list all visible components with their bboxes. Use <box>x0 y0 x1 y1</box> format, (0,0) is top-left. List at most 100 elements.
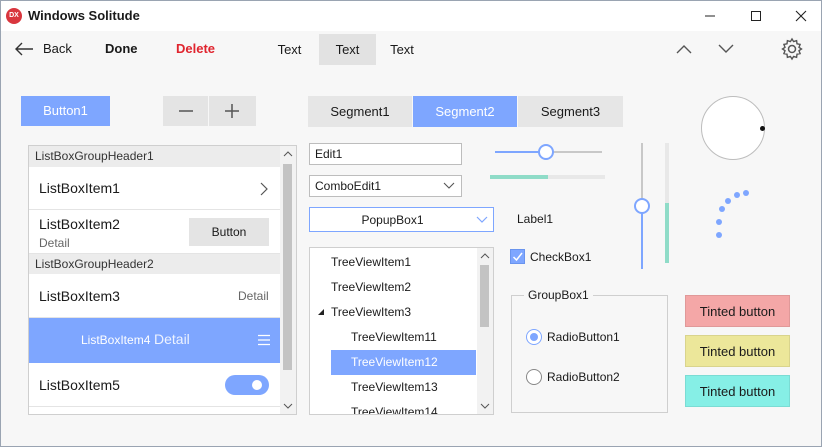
radio-circle <box>526 369 542 385</box>
tree-item-11[interactable]: TreeViewItem11 <box>351 325 437 350</box>
scroll-down-icon[interactable] <box>283 403 293 409</box>
combo-edit1[interactable]: ComboEdit1 <box>309 175 462 197</box>
minimize-button[interactable] <box>687 1 733 31</box>
radio-button-1[interactable]: RadioButton1 <box>526 328 646 346</box>
scrollbar-thumb[interactable] <box>283 164 292 370</box>
list-item-detail: Detail <box>154 331 190 347</box>
text-button-2[interactable]: Text <box>319 34 376 65</box>
tree-item-3[interactable]: TreeViewItem3 <box>331 300 411 325</box>
tinted-button-red[interactable]: Tinted button <box>685 295 790 327</box>
slider-thumb[interactable] <box>634 198 650 214</box>
list-item-label: ListBoxItem2 <box>39 216 120 232</box>
list-item-detail: Detail <box>238 289 269 303</box>
plus-minus-stepper <box>163 96 256 126</box>
back-button[interactable]: Back <box>43 34 72 64</box>
scrollbar-thumb[interactable] <box>480 265 489 327</box>
segment-2[interactable]: Segment2 <box>413 96 517 127</box>
toggle-knob <box>252 380 262 390</box>
list-item-label: ListBoxItem1 <box>39 180 120 196</box>
radio-label: RadioButton2 <box>547 370 620 384</box>
radio-dot <box>530 333 538 341</box>
scroll-up-icon[interactable] <box>283 151 293 157</box>
list-item-1[interactable]: ListBoxItem1 <box>29 167 280 210</box>
popup-box-value: PopupBox1 <box>361 213 424 227</box>
slider-fill <box>641 206 643 269</box>
button1[interactable]: Button1 <box>21 96 110 126</box>
list-item-button[interactable]: Button <box>189 218 269 246</box>
popup-box1[interactable]: PopupBox1 <box>309 207 494 232</box>
text-button-1[interactable]: Text <box>261 34 318 65</box>
maximize-icon <box>751 11 761 21</box>
checkbox1[interactable]: CheckBox1 <box>510 248 600 266</box>
radio-button-2[interactable]: RadioButton2 <box>526 368 646 386</box>
plus-icon <box>225 104 239 118</box>
done-button[interactable]: Done <box>105 34 138 64</box>
chevron-down-icon[interactable] <box>443 182 455 190</box>
window-title: Windows Solitude <box>28 8 140 23</box>
segment-1[interactable]: Segment1 <box>308 96 412 127</box>
checkmark-icon <box>512 252 523 262</box>
chevron-down-icon[interactable] <box>717 42 735 56</box>
label1: Label1 <box>517 212 554 226</box>
chevron-right-icon <box>260 182 268 196</box>
group-box-title: GroupBox1 <box>524 288 593 302</box>
radio-label: RadioButton1 <box>547 330 620 344</box>
app-logo-icon: DX <box>6 8 22 24</box>
progress-bar <box>490 175 605 179</box>
checkbox-box <box>510 249 525 264</box>
text-button-3[interactable]: Text <box>376 34 428 65</box>
scroll-down-icon[interactable] <box>480 403 490 409</box>
list-item-4-selected[interactable]: ListBoxItem4 Detail <box>29 318 280 363</box>
edit1-input[interactable]: Edit1 <box>309 143 462 165</box>
scroll-up-icon[interactable] <box>480 253 490 259</box>
maximize-button[interactable] <box>733 1 779 31</box>
close-icon <box>795 10 807 22</box>
minimize-icon <box>705 15 715 17</box>
combo-edit-value: ComboEdit1 <box>315 179 382 193</box>
listbox: ListBoxGroupHeader1 ListBoxItem1 ListBox… <box>28 145 297 415</box>
list-item-detail: Detail <box>39 236 70 250</box>
toggle-switch[interactable] <box>225 375 269 395</box>
list-item-3[interactable]: ListBoxItem3 Detail <box>29 274 280 318</box>
segment-3[interactable]: Segment3 <box>518 96 623 127</box>
checkbox-label: CheckBox1 <box>530 250 592 264</box>
plus-button[interactable] <box>209 96 255 126</box>
back-arrow-icon[interactable] <box>14 41 34 57</box>
gear-icon[interactable] <box>780 37 804 61</box>
list-item-label: ListBoxItem5 <box>39 377 120 393</box>
close-button[interactable] <box>778 1 822 31</box>
vertical-slider[interactable] <box>633 143 651 269</box>
title-bar: DX Windows Solitude <box>1 1 821 31</box>
progress-fill <box>490 175 548 179</box>
tree-item-12-selected[interactable]: TreeViewItem12 <box>331 350 476 375</box>
group-box: GroupBox1 RadioButton1 RadioButton2 <box>511 288 668 413</box>
dial-indicator <box>760 126 765 131</box>
activity-indicator-icon <box>716 190 749 238</box>
chevron-down-icon <box>476 216 488 223</box>
arc-dial[interactable] <box>701 96 765 160</box>
delete-button[interactable]: Delete <box>176 34 215 64</box>
tree-item-14[interactable]: TreeViewItem14 <box>351 400 438 414</box>
list-item-2[interactable]: ListBoxItem2 Detail Button <box>29 210 280 254</box>
listbox-scrollbar[interactable] <box>280 146 296 414</box>
tree-view: TreeViewItem1 TreeViewItem2 TreeViewItem… <box>309 247 494 415</box>
tree-scrollbar[interactable] <box>477 248 493 414</box>
listbox-group-header-1: ListBoxGroupHeader1 <box>29 146 280 167</box>
expand-triangle-icon[interactable] <box>317 308 325 316</box>
radio-circle <box>526 329 542 345</box>
list-item-label: ListBoxItem4 <box>81 333 151 347</box>
list-item-5[interactable]: ListBoxItem5 <box>29 363 280 407</box>
slider-thumb[interactable] <box>538 144 554 160</box>
tree-item-2[interactable]: TreeViewItem2 <box>331 275 411 300</box>
tree-item-13[interactable]: TreeViewItem13 <box>351 375 438 400</box>
tinted-button-cyan[interactable]: Tinted button <box>685 375 790 407</box>
tree-item-1[interactable]: TreeViewItem1 <box>331 250 411 275</box>
chevron-up-icon[interactable] <box>675 42 693 56</box>
progress-fill <box>665 203 669 263</box>
tinted-button-yellow[interactable]: Tinted button <box>685 335 790 367</box>
horizontal-slider[interactable] <box>495 142 602 162</box>
minus-button[interactable] <box>163 96 209 126</box>
minus-icon <box>178 110 193 112</box>
listbox-group-header-2: ListBoxGroupHeader2 <box>29 254 280 274</box>
app-window: DX Windows Solitude Back Done Delete Tex… <box>0 0 822 447</box>
